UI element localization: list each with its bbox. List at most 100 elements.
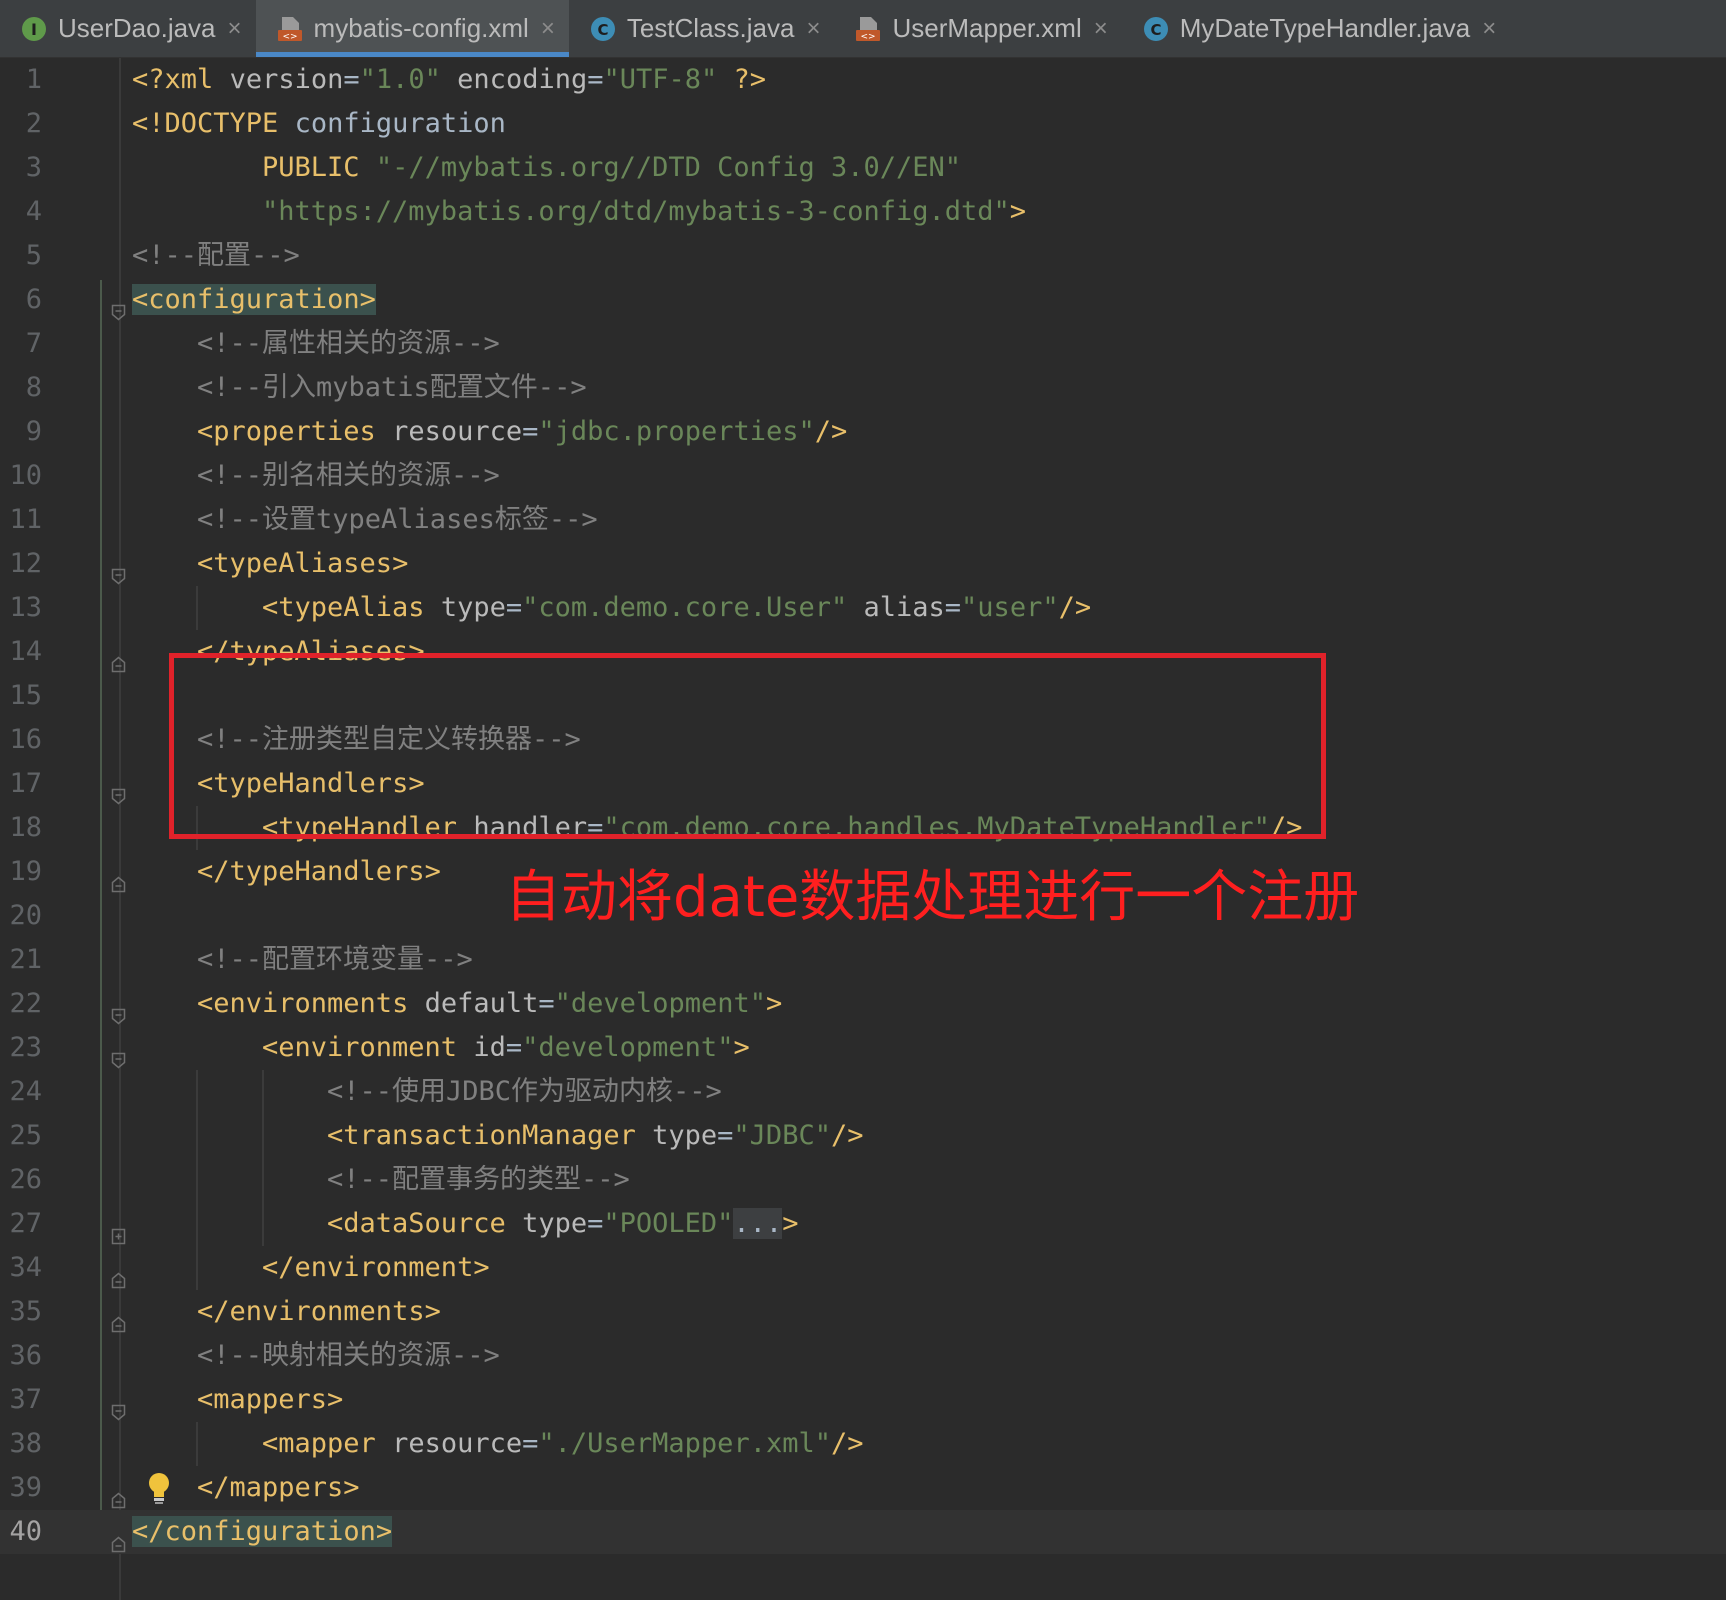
code-token: > — [1009, 196, 1027, 227]
tab-label: mybatis-config.xml — [313, 13, 529, 43]
fold-icon[interactable] — [111, 775, 126, 805]
line-number: 10 — [9, 460, 42, 491]
line-number: 11 — [9, 504, 42, 535]
tab-testclass-java[interactable]: C TestClass.java × — [569, 0, 835, 57]
attribute-value: "UTF-8" — [603, 64, 718, 95]
code-line[interactable]: 22 <environments default="development"> — [0, 982, 1726, 1026]
code-line[interactable]: 36 <!--映射相关的资源--> — [0, 1334, 1726, 1378]
code-line[interactable]: 7 <!--属性相关的资源--> — [0, 322, 1726, 366]
code-line[interactable]: 27 <dataSource type="POOLED"...> — [0, 1202, 1726, 1246]
code-line[interactable]: 21 <!--配置环境变量--> — [0, 938, 1726, 982]
line-number: 12 — [9, 548, 42, 579]
code-token: <!DOCTYPE — [132, 108, 279, 139]
code-line[interactable]: 25 <transactionManager type="JDBC"/> — [0, 1114, 1726, 1158]
code-text: <!--映射相关的资源--> — [197, 1334, 500, 1378]
tab-mybatis-config-xml[interactable]: <> mybatis-config.xml × — [255, 0, 570, 57]
attribute-name: alias — [863, 592, 945, 623]
fold-icon[interactable] — [111, 291, 126, 321]
line-number: 35 — [9, 1296, 42, 1327]
code-comment: <!--设置typeAliases标签--> — [197, 504, 598, 535]
code-text: <!--配置环境变量--> — [197, 938, 473, 982]
code-line[interactable]: 4 "https://mybatis.org/dtd/mybatis-3-conf… — [0, 190, 1726, 234]
code-text: <transactionManager type="JDBC"/> — [327, 1114, 863, 1158]
fold-icon[interactable] — [111, 555, 126, 585]
code-line[interactable]: 40 </configuration> — [0, 1510, 1726, 1554]
attribute-value: "development" — [554, 988, 766, 1019]
code-token: /> — [830, 1428, 864, 1459]
code-line[interactable]: 9 <properties resource="jdbc.properties"/… — [0, 410, 1726, 454]
attribute-value: "-//mybatis.org//DTD Config 3.0//EN" — [375, 152, 962, 183]
line-number: 39 — [9, 1472, 42, 1503]
code-line[interactable]: 24 <!--使用JDBC作为驱动内核--> — [0, 1070, 1726, 1114]
tab-usermapper-xml[interactable]: <> UserMapper.xml × — [834, 0, 1121, 57]
fold-icon[interactable] — [111, 1391, 126, 1421]
expand-fold-icon[interactable] — [111, 1215, 126, 1245]
line-number: 34 — [9, 1252, 42, 1283]
attribute-name: resource — [392, 1428, 523, 1459]
code-line[interactable]: 12 <typeAliases> — [0, 542, 1726, 586]
close-icon[interactable]: × — [228, 15, 242, 43]
fold-icon[interactable] — [111, 643, 126, 673]
tab-userdao-java[interactable]: I UserDao.java × — [0, 0, 256, 57]
code-line[interactable]: 26 <!--配置事务的类型--> — [0, 1158, 1726, 1202]
code-line[interactable]: 10 <!--别名相关的资源--> — [0, 454, 1726, 498]
close-icon[interactable]: × — [806, 15, 820, 43]
xml-file-icon: <> — [276, 15, 304, 43]
line-number: 24 — [9, 1076, 42, 1107]
close-icon[interactable]: × — [541, 15, 555, 43]
attribute-name: type — [440, 592, 506, 623]
code-text: </environments> — [197, 1290, 441, 1334]
fold-icon[interactable] — [111, 1303, 126, 1333]
code-line[interactable]: 39 </mappers> — [0, 1466, 1726, 1510]
lightbulb-icon[interactable] — [146, 1471, 172, 1505]
code-token: configuration — [278, 108, 506, 139]
code-line[interactable]: 37 <mappers> — [0, 1378, 1726, 1422]
close-icon[interactable]: × — [1482, 15, 1496, 43]
code-line[interactable]: 6 <configuration> — [0, 278, 1726, 322]
code-token: /> — [830, 1120, 864, 1151]
code-line[interactable]: 38 <mapper resource="./UserMapper.xml"/> — [0, 1422, 1726, 1466]
collapsed-region[interactable]: ... — [733, 1208, 783, 1239]
code-comment: <!--映射相关的资源--> — [197, 1340, 500, 1371]
code-line[interactable]: 3 PUBLIC "-//mybatis.org//DTD Config 3.0/… — [0, 146, 1726, 190]
fold-icon[interactable] — [111, 1259, 126, 1289]
code-token: ?> — [733, 64, 767, 95]
close-icon[interactable]: × — [1094, 15, 1108, 43]
code-text: <environment id="development"> — [262, 1026, 750, 1070]
code-text: </environment> — [262, 1246, 490, 1290]
code-line[interactable]: 5 <!--配置--> — [0, 234, 1726, 278]
code-line[interactable]: 11 <!--设置typeAliases标签--> — [0, 498, 1726, 542]
line-number: 40 — [9, 1516, 42, 1547]
code-line[interactable]: 23 <environment id="development"> — [0, 1026, 1726, 1070]
code-token: <transactionManager — [327, 1120, 636, 1151]
code-line[interactable]: 13 <typeAlias type="com.demo.core.User" a… — [0, 586, 1726, 630]
attribute-value: "POOLED" — [603, 1208, 734, 1239]
code-line[interactable]: 1 <?xml version="1.0" encoding="UTF-8" ?> — [0, 58, 1726, 102]
code-line[interactable]: 8 <!--引入mybatis配置文件--> — [0, 366, 1726, 410]
fold-icon[interactable] — [111, 1479, 126, 1509]
fold-icon[interactable] — [111, 863, 126, 893]
code-line[interactable]: 34 </environment> — [0, 1246, 1726, 1290]
attribute-name: type — [522, 1208, 588, 1239]
code-text: <environments default="development"> — [197, 982, 782, 1026]
fold-icon[interactable] — [111, 1523, 126, 1553]
code-text: <properties resource="jdbc.properties"/> — [197, 410, 847, 454]
tab-mydatetypehandler-java[interactable]: C MyDateTypeHandler.java × — [1122, 0, 1511, 57]
line-number: 19 — [9, 856, 42, 887]
annotation-highlight-box — [169, 653, 1326, 839]
code-text: <!DOCTYPE configuration — [132, 102, 506, 146]
code-token: = — [587, 1208, 604, 1239]
code-line[interactable]: 35 </environments> — [0, 1290, 1726, 1334]
indent-guide — [196, 586, 198, 630]
code-line[interactable]: 2 <!DOCTYPE configuration — [0, 102, 1726, 146]
code-token: <environments — [197, 988, 409, 1019]
fold-icon[interactable] — [111, 995, 126, 1025]
fold-icon[interactable] — [111, 1039, 126, 1069]
line-number: 22 — [9, 988, 42, 1019]
line-number: 27 — [9, 1208, 42, 1239]
